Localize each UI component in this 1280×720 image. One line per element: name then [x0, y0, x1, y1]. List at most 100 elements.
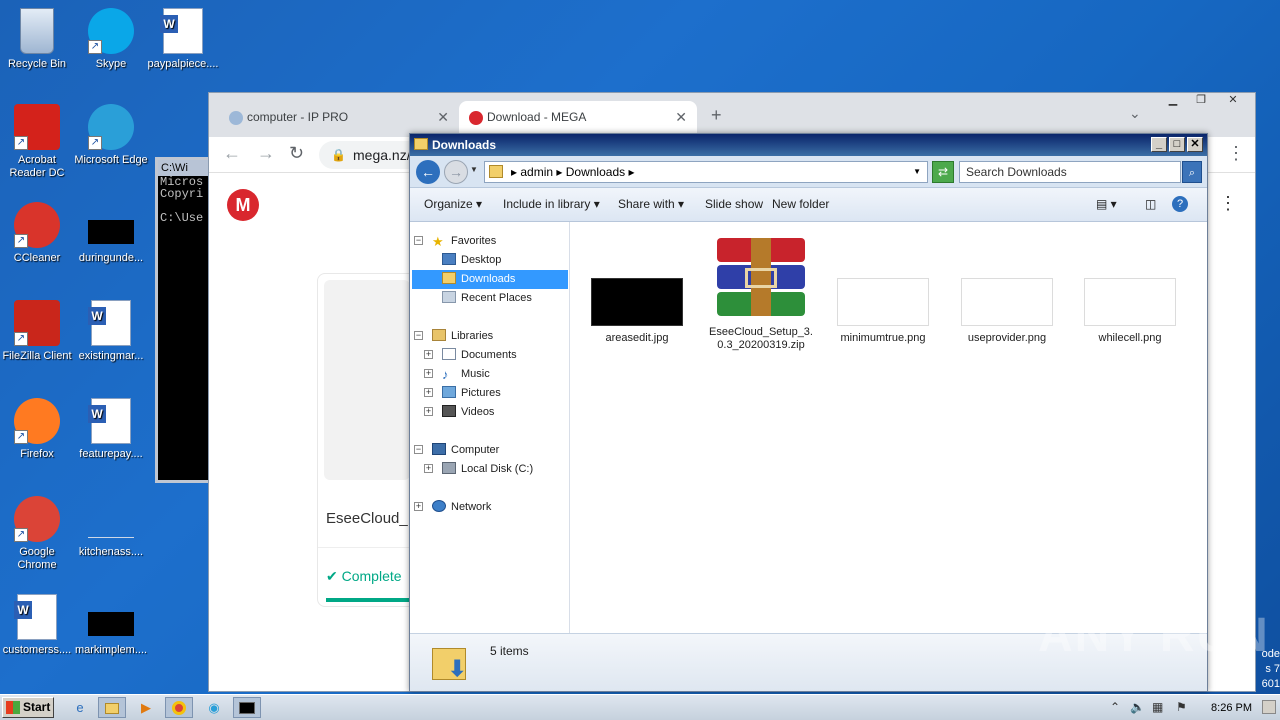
expand-icon[interactable]: +: [424, 369, 433, 378]
desktop-icon-label: Firefox: [20, 448, 54, 460]
cmd-line: C:\Use: [160, 212, 204, 224]
expand-icon[interactable]: +: [424, 407, 433, 416]
desktop-icon[interactable]: Recycle Bin: [0, 8, 74, 71]
desktop-icon[interactable]: kitchenass....: [74, 496, 148, 559]
file-item[interactable]: areasedit.jpg: [582, 278, 692, 345]
network-icon: [432, 500, 446, 512]
close-tab-icon[interactable]: ✕: [437, 101, 449, 133]
maximize-button[interactable]: □: [1169, 137, 1185, 152]
nav-downloads[interactable]: Downloads: [412, 270, 568, 289]
nav-network[interactable]: + Network: [414, 498, 491, 517]
restore-button[interactable]: ❐: [1187, 93, 1215, 111]
volume-icon[interactable]: 🔈: [1130, 700, 1145, 714]
file-item[interactable]: minimumtrue.png: [828, 278, 938, 345]
nav-computer[interactable]: − Computer: [414, 441, 499, 460]
desktop-icon[interactable]: ↗ FileZilla Client: [0, 300, 74, 363]
new-tab-button[interactable]: +: [711, 105, 722, 126]
file-item[interactable]: useprovider.png: [952, 278, 1062, 345]
share-with-menu[interactable]: Share with ▾: [618, 197, 684, 211]
breadcrumb-item[interactable]: Downloads: [566, 165, 625, 179]
media-player-taskbar-icon[interactable]: ▶: [132, 697, 160, 718]
ie-taskbar-icon[interactable]: e: [66, 697, 94, 718]
organize-menu[interactable]: Organize ▾: [424, 197, 482, 211]
desktop-icon[interactable]: duringunde...: [74, 202, 148, 265]
edge-taskbar-icon[interactable]: ◉: [200, 697, 228, 718]
start-button[interactable]: Start: [2, 697, 54, 718]
forward-icon[interactable]: →: [257, 143, 275, 164]
breadcrumb-item[interactable]: admin: [520, 165, 553, 179]
mega-logo[interactable]: M: [227, 189, 259, 221]
desktop-icon[interactable]: Wcustomerss....: [0, 594, 74, 657]
expand-icon[interactable]: +: [414, 502, 423, 511]
nav-documents[interactable]: + Documents: [424, 346, 517, 365]
explorer-taskbar-icon[interactable]: [98, 697, 126, 718]
refresh-button[interactable]: ⇄: [932, 161, 954, 183]
desktop-icon[interactable]: ↗ Google Chrome: [0, 496, 74, 572]
cmd-taskbar-icon[interactable]: [233, 697, 261, 718]
view-options-icon[interactable]: ▤ ▾: [1096, 197, 1117, 211]
desktop-icon[interactable]: ↗ Acrobat Reader DC: [0, 104, 74, 180]
cmd-window[interactable]: C:\Wi Micros Copyri C:\Use: [155, 157, 215, 483]
show-desktop-button[interactable]: [1262, 700, 1276, 714]
collapse-icon[interactable]: −: [414, 445, 423, 454]
help-icon[interactable]: ?: [1172, 196, 1188, 212]
nav-libraries[interactable]: − Libraries: [414, 327, 493, 346]
status-label: Complete: [341, 568, 402, 584]
mega-menu-icon[interactable]: ⋮: [1219, 193, 1237, 214]
word-doc-icon: W: [88, 398, 131, 444]
tab-mega[interactable]: Download - MEGA ✕: [459, 101, 697, 137]
close-button[interactable]: ✕: [1187, 137, 1203, 152]
collapse-icon[interactable]: −: [414, 236, 423, 245]
show-hidden-icons[interactable]: ⌃: [1110, 700, 1120, 714]
file-item[interactable]: EseeCloud_Setup_3.0.3_20200319.zip: [706, 238, 816, 352]
expand-icon[interactable]: +: [424, 464, 433, 473]
search-input[interactable]: Search Downloads: [959, 161, 1181, 183]
file-item[interactable]: whilecell.png: [1075, 278, 1185, 345]
nav-pictures[interactable]: + Pictures: [424, 384, 501, 403]
desktop-icon[interactable]: ↗ Skype: [74, 8, 148, 71]
back-button[interactable]: ←: [416, 160, 440, 184]
recent-pages-chevron-icon[interactable]: ▼: [470, 165, 478, 174]
nav-label: Local Disk (C:): [461, 463, 534, 475]
computer-icon: [432, 443, 446, 455]
nav-videos[interactable]: + Videos: [424, 403, 494, 422]
nav-local-disk[interactable]: + Local Disk (C:): [424, 460, 534, 479]
breadcrumb[interactable]: ▸ admin ▸ Downloads ▸ ▼: [484, 161, 928, 183]
network-tray-icon[interactable]: ▦: [1152, 700, 1163, 714]
reload-icon[interactable]: ↻: [289, 143, 304, 164]
close-tab-icon[interactable]: ✕: [675, 101, 687, 133]
minimize-button[interactable]: ▁: [1159, 93, 1187, 111]
desktop-icon[interactable]: Wfeaturepay....: [74, 398, 148, 461]
address-dropdown-icon[interactable]: ▼: [913, 162, 921, 182]
desktop-icon[interactable]: Wpaypalpiece....: [146, 8, 220, 71]
expand-icon[interactable]: +: [424, 388, 433, 397]
desktop-icon[interactable]: ↗ CCleaner: [0, 202, 74, 265]
collapse-icon[interactable]: −: [414, 331, 423, 340]
desktop-icon[interactable]: markimplem....: [74, 594, 148, 657]
explorer-title-bar[interactable]: Downloads _ □ ✕: [410, 134, 1207, 156]
forward-button[interactable]: →: [444, 160, 468, 184]
nav-favorites[interactable]: − ★ Favorites: [414, 232, 496, 251]
new-folder-button[interactable]: New folder: [772, 197, 829, 211]
preview-pane-icon[interactable]: ◫: [1145, 197, 1156, 211]
tab-ip-pro[interactable]: computer - IP PRO ✕: [219, 101, 459, 137]
nav-desktop[interactable]: Desktop: [442, 251, 566, 270]
slide-show-button[interactable]: Slide show: [705, 197, 763, 211]
action-center-icon[interactable]: ⚑: [1176, 700, 1187, 714]
nav-recent-places[interactable]: Recent Places: [442, 289, 532, 308]
expand-icon[interactable]: +: [424, 350, 433, 359]
close-button[interactable]: ✕: [1215, 93, 1251, 111]
back-icon[interactable]: ←: [223, 143, 241, 164]
chrome-menu-icon[interactable]: ⋮: [1227, 143, 1245, 164]
nav-label: Music: [461, 368, 490, 380]
desktop-icon[interactable]: Wexistingmar...: [74, 300, 148, 363]
tab-search-chevron-icon[interactable]: ⌄: [1129, 105, 1141, 122]
minimize-button[interactable]: _: [1151, 137, 1167, 152]
desktop-icon[interactable]: ↗ Firefox: [0, 398, 74, 461]
include-in-library-menu[interactable]: Include in library ▾: [503, 197, 600, 211]
nav-music[interactable]: + ♪ Music: [424, 365, 490, 384]
chrome-taskbar-icon[interactable]: [165, 697, 193, 718]
search-icon[interactable]: ⌕: [1182, 161, 1202, 183]
desktop-icon[interactable]: ↗ Microsoft Edge: [74, 104, 148, 167]
clock[interactable]: 8:26 PM: [1211, 695, 1252, 720]
